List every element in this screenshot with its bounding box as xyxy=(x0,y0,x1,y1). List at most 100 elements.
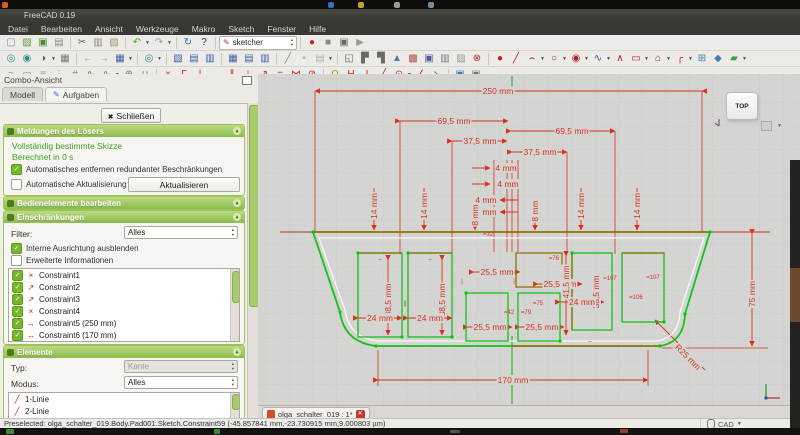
os-launcher-icon[interactable] xyxy=(2,2,8,8)
stop-operation-icon[interactable]: ⊗ xyxy=(469,52,485,66)
create-point-icon[interactable]: ● xyxy=(492,52,508,66)
zoom-icon[interactable]: ◎ xyxy=(141,52,157,66)
checkbox-checked-icon[interactable] xyxy=(11,243,22,254)
new-file-icon[interactable]: ▢ xyxy=(3,36,19,50)
macro-stop-icon[interactable]: ■ xyxy=(320,36,336,50)
menu-fenster[interactable]: Fenster xyxy=(267,24,296,34)
refresh-icon[interactable]: ↻ xyxy=(180,36,196,50)
save-file-icon[interactable]: ▣ xyxy=(35,36,51,50)
external-geometry-icon[interactable]: ⊞ xyxy=(694,52,710,66)
undo-icon[interactable]: ↶ xyxy=(129,36,145,50)
checkbox-checked-icon[interactable] xyxy=(12,342,23,343)
view-right-icon[interactable]: ▦ xyxy=(225,52,241,66)
section-constraints-header[interactable]: Einschränkungen xyxy=(4,211,244,223)
merge-sketches-icon[interactable]: ▣ xyxy=(421,52,437,66)
constraint-list-item[interactable]: ×Constraint4 xyxy=(9,305,239,317)
checkbox-checked-icon[interactable] xyxy=(12,294,23,305)
doc-export-icon[interactable]: ▤ xyxy=(312,52,328,66)
window-title-bar[interactable]: FreeCAD 0.19 xyxy=(0,9,800,22)
create-polygon-icon[interactable]: ⌂ xyxy=(650,52,666,66)
chevron-down-icon[interactable]: ▼ xyxy=(128,56,134,62)
macro-record-icon[interactable]: ● xyxy=(304,36,320,50)
whats-this-icon[interactable]: ? xyxy=(196,36,212,50)
macro-play-icon[interactable]: ▶ xyxy=(352,36,368,50)
view-rear-icon[interactable]: ▤ xyxy=(241,52,257,66)
annotate-icon[interactable]: ▪ xyxy=(296,52,312,66)
checkbox-unchecked-icon[interactable] xyxy=(11,179,22,190)
copy-icon[interactable]: ▥ xyxy=(90,36,106,50)
section-solver-header[interactable]: Meldungen des Lösers xyxy=(4,125,244,137)
map-sketch-icon[interactable]: ▜ xyxy=(373,52,389,66)
view-sketch-icon[interactable]: ▛ xyxy=(357,52,373,66)
auto-remove-checkbox-row[interactable]: Automatisches entfernen redundanter Besc… xyxy=(11,164,222,175)
create-conic-icon[interactable]: ◉ xyxy=(568,52,584,66)
chevron-down-icon[interactable]: ▼ xyxy=(157,56,163,62)
view-bottom-icon[interactable]: ▥ xyxy=(257,52,273,66)
nav-back-icon[interactable]: ← xyxy=(80,52,96,66)
section-elements-header[interactable]: Elemente xyxy=(4,346,244,358)
element-list-item[interactable]: ╱2-Linie xyxy=(9,405,239,417)
nav-forward-icon[interactable]: → xyxy=(96,52,112,66)
view-home-icon[interactable]: ▦ xyxy=(112,52,128,66)
create-circle-icon[interactable]: ○ xyxy=(546,52,562,66)
view-image-icon[interactable]: ▦ xyxy=(57,52,73,66)
menu-makro[interactable]: Makro xyxy=(192,24,216,34)
os-app-icon-4[interactable] xyxy=(428,2,434,8)
macro-edit-icon[interactable]: ▣ xyxy=(336,36,352,50)
redo-icon[interactable]: ↷ xyxy=(151,36,167,50)
create-arc-icon[interactable]: ⌢ xyxy=(524,52,540,66)
os-app-icon-3[interactable] xyxy=(394,2,400,8)
view-isometric-icon[interactable]: ▧ xyxy=(170,52,186,66)
collapse-icon[interactable] xyxy=(233,127,241,135)
fit-selection-icon[interactable]: ◉ xyxy=(19,52,35,66)
3d-viewport[interactable]: 250 mm69,5 mm69,5 mm37,5 mm37,5 mm4 mm4 … xyxy=(258,74,800,405)
workbench-selector[interactable]: ✎sketcher xyxy=(219,36,297,50)
constraint-filter-select[interactable]: Alles xyxy=(124,226,238,239)
os-app-icon-1[interactable] xyxy=(328,2,334,8)
collapse-icon[interactable] xyxy=(233,213,241,221)
menu-ansicht[interactable]: Ansicht xyxy=(95,24,123,34)
update-button[interactable]: Aktualisieren xyxy=(128,177,240,192)
element-list-item[interactable]: ╱1-Linie xyxy=(9,393,239,405)
checkbox-checked-icon[interactable] xyxy=(12,318,23,329)
edit-sketch-icon[interactable]: ▨ xyxy=(453,52,469,66)
menu-sketch[interactable]: Sketch xyxy=(228,24,254,34)
create-fillet-icon[interactable]: ╭ xyxy=(672,52,688,66)
navigation-cube[interactable]: TOP xyxy=(726,92,758,120)
chevron-down-icon[interactable]: ▼ xyxy=(167,40,173,46)
tab-aufgaben[interactable]: ✎Aufgaben xyxy=(45,87,107,101)
measure-icon[interactable]: ╱ xyxy=(280,52,296,66)
create-bspline-icon[interactable]: ∿ xyxy=(590,52,606,66)
create-line-icon[interactable]: ╱ xyxy=(508,52,524,66)
tab-modell[interactable]: Modell xyxy=(2,87,43,101)
leave-sketch-icon[interactable]: ◱ xyxy=(341,52,357,66)
constraint-list-item[interactable]: ↔Constraint5 (250 mm) xyxy=(9,317,239,329)
checkbox-checked-icon[interactable] xyxy=(12,282,23,293)
float-panel-icon[interactable] xyxy=(242,76,252,85)
chevron-down-icon[interactable]: ▼ xyxy=(777,123,782,129)
extended-info-checkbox-row[interactable]: Erweiterte Informationen xyxy=(11,255,113,266)
view-front-icon[interactable]: ▤ xyxy=(186,52,202,66)
draw-style-icon[interactable]: ◑ xyxy=(35,52,51,66)
carbon-copy-icon[interactable]: ◆ xyxy=(710,52,726,66)
checkbox-checked-icon[interactable] xyxy=(12,270,23,281)
collapse-icon[interactable] xyxy=(233,199,241,207)
menu-datei[interactable]: Datei xyxy=(8,24,28,34)
hide-internal-checkbox-row[interactable]: Interne Ausrichtung ausblenden xyxy=(11,243,139,254)
constraint-list-item[interactable]: ╱Constraint7 (75 mm) xyxy=(9,341,239,342)
print-icon[interactable]: ▤ xyxy=(51,36,67,50)
validate-sketch-icon[interactable]: ▩ xyxy=(405,52,421,66)
checkbox-unchecked-icon[interactable] xyxy=(11,255,22,266)
paste-icon[interactable]: ▧ xyxy=(106,36,122,50)
mirror-sketch-icon[interactable]: ▥ xyxy=(437,52,453,66)
toggle-construction-icon[interactable]: ▰ xyxy=(726,52,742,66)
constraint-list-item[interactable]: ↔Constraint6 (170 mm) xyxy=(9,329,239,341)
checkbox-checked-icon[interactable] xyxy=(12,306,23,317)
cut-icon[interactable]: ✂ xyxy=(74,36,90,50)
open-file-icon[interactable]: ▨ xyxy=(19,36,35,50)
checkbox-checked-icon[interactable] xyxy=(12,330,23,341)
menu-bearbeiten[interactable]: Bearbeiten xyxy=(41,24,82,34)
create-rectangle-icon[interactable]: ▭ xyxy=(628,52,644,66)
checkbox-checked-icon[interactable] xyxy=(11,164,22,175)
chevron-down-icon[interactable]: ▼ xyxy=(742,56,748,62)
